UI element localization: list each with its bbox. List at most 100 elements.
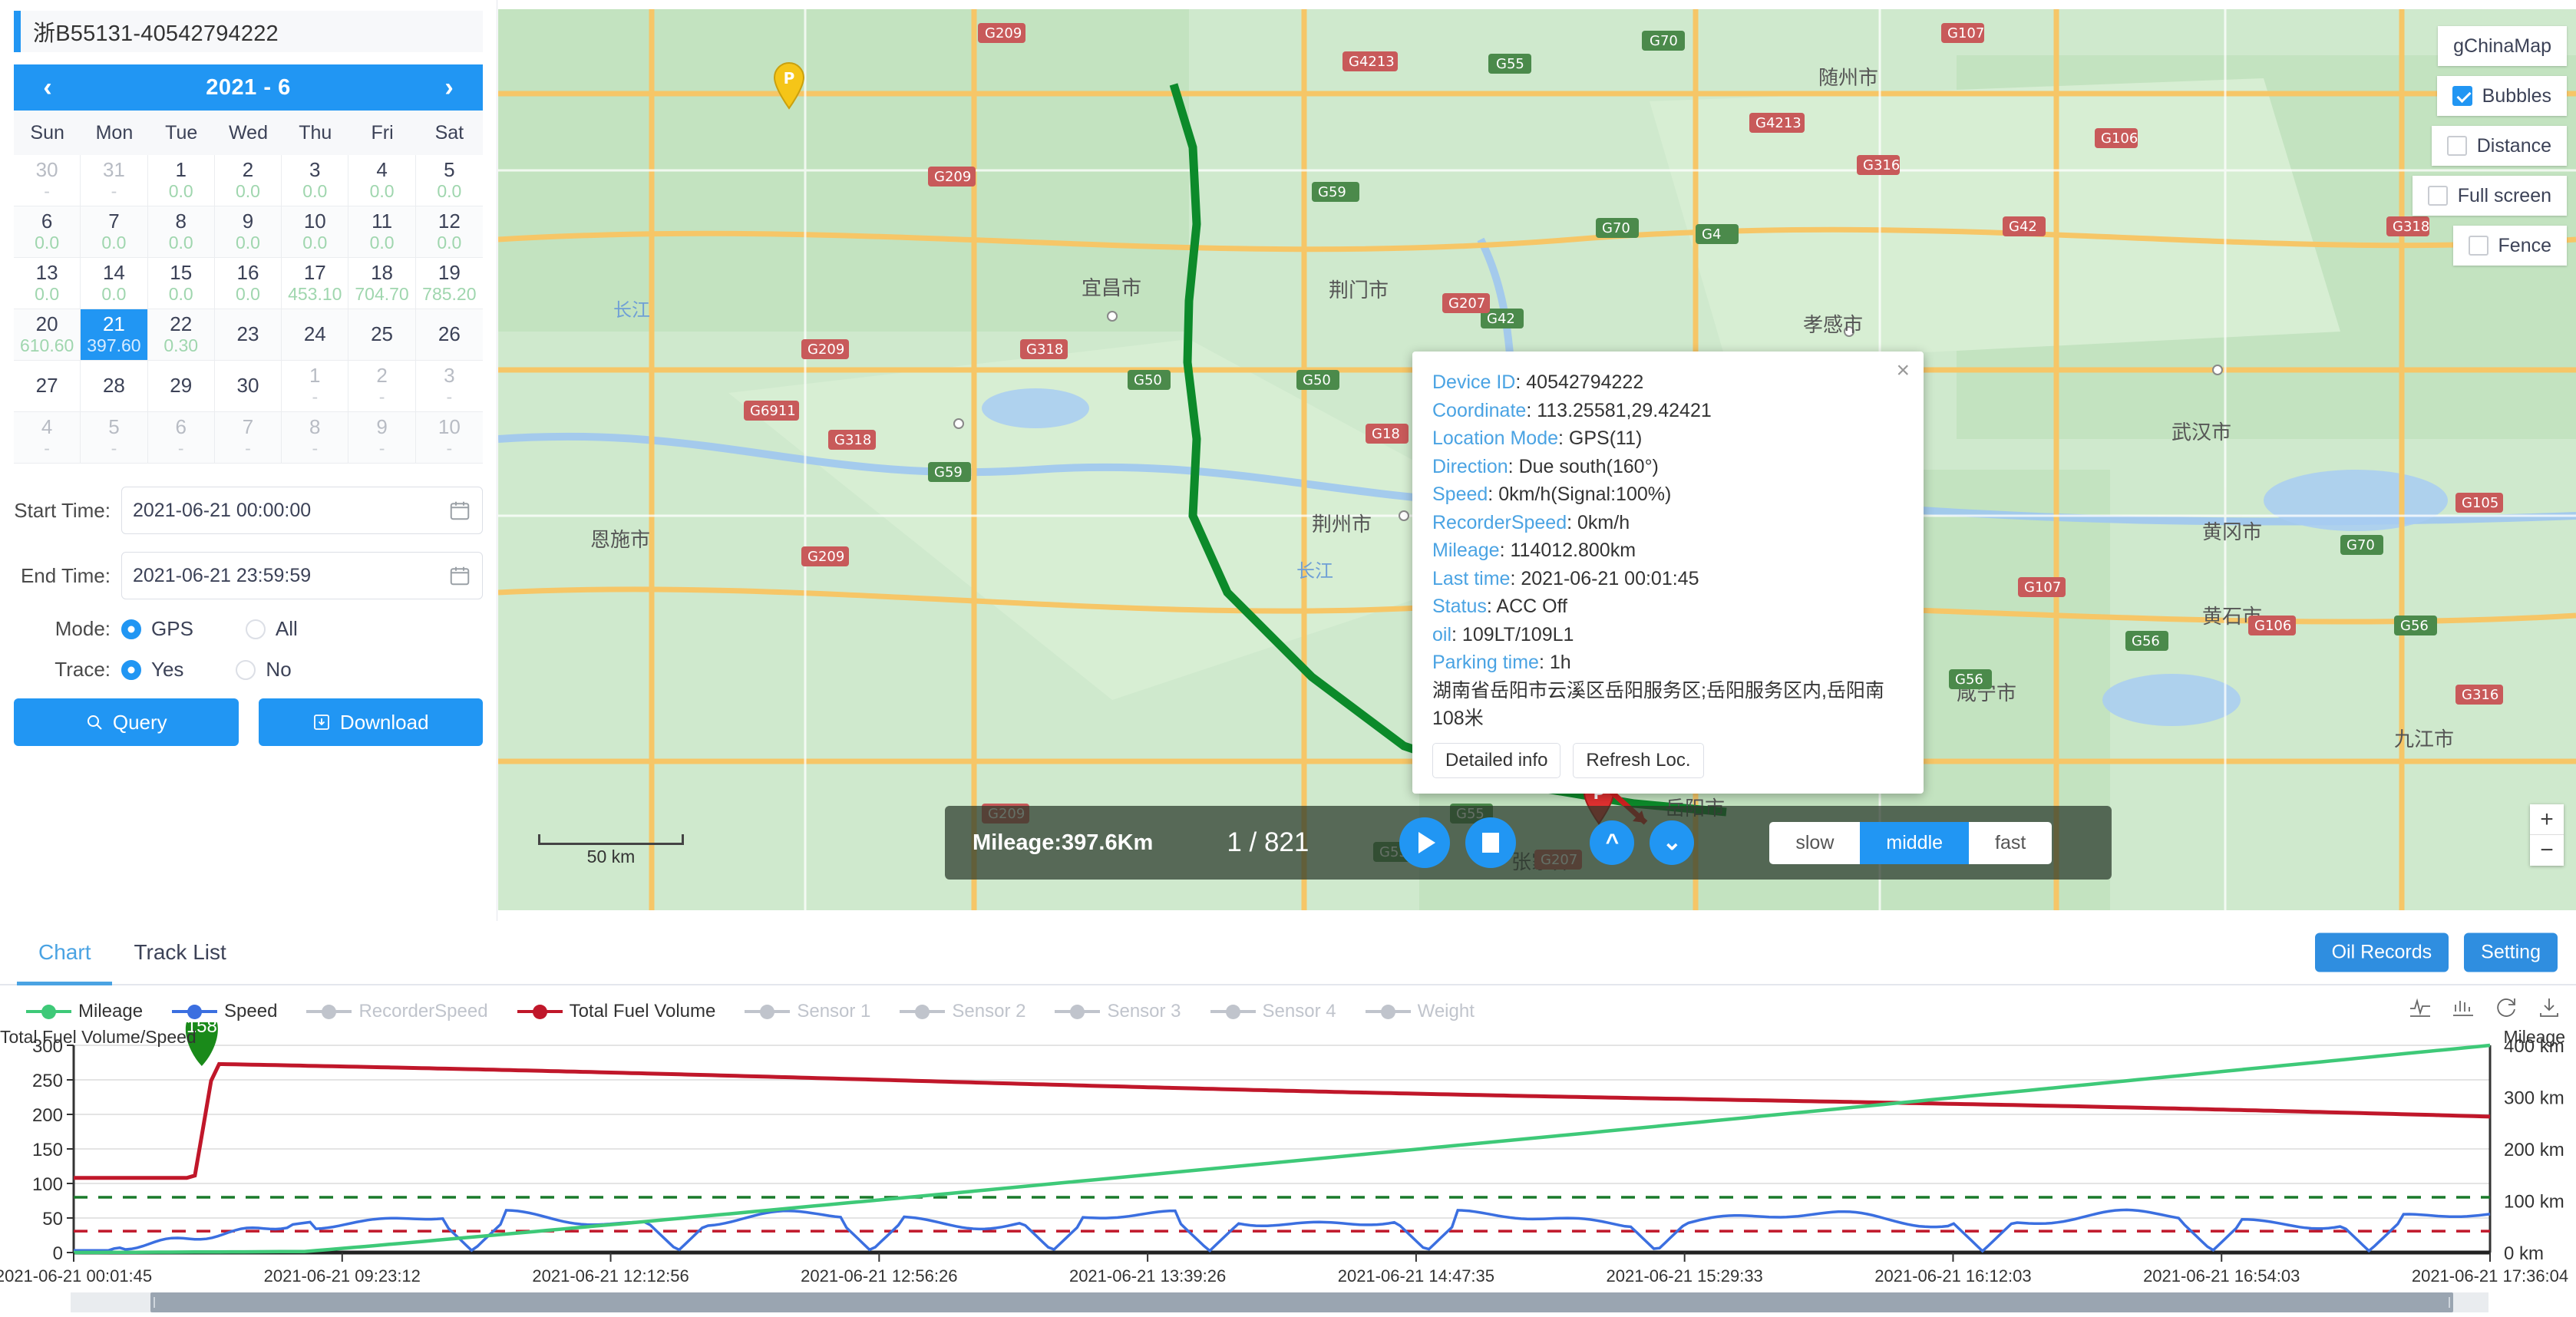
calendar-day-cell[interactable]: 4- — [14, 412, 81, 464]
line-chart-icon[interactable] — [2409, 996, 2432, 1022]
chevron-right-icon[interactable]: › — [434, 74, 464, 101]
query-button[interactable]: Query — [14, 698, 239, 746]
oil-records-button[interactable]: Oil Records — [2315, 933, 2449, 972]
legend-item-sensor-3[interactable]: Sensor 3 — [1055, 1001, 1181, 1022]
legend-item-speed[interactable]: Speed — [172, 1001, 277, 1022]
calendar-day-cell[interactable]: 29 — [148, 361, 215, 412]
end-time-input[interactable] — [133, 565, 448, 587]
calendar-day-cell[interactable]: 100.0 — [282, 206, 348, 258]
calendar-day-cell[interactable]: 30- — [14, 155, 81, 206]
left-panel: 浙B55131-40542794222 ‹ 2021 - 6 › Sun Mon… — [0, 0, 497, 921]
legend-item-total-fuel-volume[interactable]: Total Fuel Volume — [517, 1001, 716, 1022]
calendar-icon[interactable] — [448, 564, 471, 587]
play-button[interactable] — [1399, 817, 1450, 868]
calendar-day-cell[interactable]: 1- — [282, 361, 348, 412]
legend-item-weight[interactable]: Weight — [1366, 1001, 1475, 1022]
calendar-day-cell[interactable]: 17453.10 — [282, 258, 348, 309]
chart-plot-area[interactable]: Total Fuel Volume/Speed Mileage — [0, 1022, 2576, 1276]
calendar-day-cell[interactable]: 110.0 — [348, 206, 415, 258]
calendar-day-cell[interactable]: 21397.60 — [81, 309, 147, 361]
speed-down-button[interactable]: ⌄ — [1650, 820, 1694, 865]
calendar-day-cell[interactable]: 3- — [416, 361, 483, 412]
bar-chart-icon[interactable] — [2452, 996, 2475, 1022]
calendar-day-cell[interactable]: 6- — [148, 412, 215, 464]
calendar-day-cell[interactable]: 23 — [215, 309, 282, 361]
map-toggle-bubbles[interactable]: Bubbles — [2437, 76, 2567, 116]
radio-trace-yes[interactable]: Yes — [121, 658, 183, 682]
calendar-day-cell[interactable]: 140.0 — [81, 258, 147, 309]
calendar-day-cell[interactable]: 80.0 — [148, 206, 215, 258]
map-toggle-fence[interactable]: Fence — [2453, 226, 2567, 266]
calendar-day-cell[interactable]: 24 — [282, 309, 348, 361]
calendar-day-cell[interactable]: 18704.70 — [348, 258, 415, 309]
calendar-day-cell[interactable]: 19785.20 — [416, 258, 483, 309]
calendar-day-cell[interactable]: 70.0 — [81, 206, 147, 258]
checkbox-bubbles[interactable] — [2452, 86, 2472, 106]
close-icon[interactable]: × — [1896, 359, 1910, 382]
legend-item-sensor-4[interactable]: Sensor 4 — [1210, 1001, 1336, 1022]
scrollbar-thumb[interactable] — [150, 1292, 2453, 1312]
chevron-left-icon[interactable]: ‹ — [32, 74, 63, 101]
calendar-day-cell[interactable]: 9- — [348, 412, 415, 464]
start-marker-icon[interactable]: P — [771, 61, 807, 111]
calendar-day-cell[interactable]: 27 — [14, 361, 81, 412]
legend-item-mileage[interactable]: Mileage — [26, 1001, 143, 1022]
calendar-day-cell[interactable]: 26 — [416, 309, 483, 361]
map-toggle-fullscreen[interactable]: Full screen — [2413, 176, 2567, 216]
tab-chart[interactable]: Chart — [17, 921, 112, 984]
calendar-day-cell[interactable]: 120.0 — [416, 206, 483, 258]
calendar-day-cell[interactable]: 5- — [81, 412, 147, 464]
calendar-day-cell[interactable]: 160.0 — [215, 258, 282, 309]
map-canvas[interactable]: 荆门市宜昌市 荆州市随州市 孝感市武汉市 黄冈市黄石市 咸宁市九江市 恩施市张家… — [498, 9, 2576, 910]
radio-mode-all[interactable]: All — [246, 617, 298, 641]
checkbox-fullscreen[interactable] — [2428, 186, 2448, 206]
calendar-day-cell[interactable]: 10- — [416, 412, 483, 464]
map-provider-selector[interactable]: gChinaMap — [2438, 26, 2567, 66]
chart-horizontal-scrollbar[interactable] — [71, 1292, 2488, 1312]
speed-fast-button[interactable]: fast — [1969, 822, 2052, 864]
calendar-day-cell[interactable]: 30 — [215, 361, 282, 412]
zoom-in-button[interactable]: + — [2530, 804, 2564, 835]
speed-slow-button[interactable]: slow — [1769, 822, 1860, 864]
calendar-day-cell[interactable]: 50.0 — [416, 155, 483, 206]
radio-mode-gps[interactable]: GPS — [121, 617, 193, 641]
calendar-day-cell[interactable]: 220.30 — [148, 309, 215, 361]
calendar-day-cell[interactable]: 8- — [282, 412, 348, 464]
calendar-day-cell[interactable]: 10.0 — [148, 155, 215, 206]
speed-up-button[interactable]: ^ — [1590, 820, 1634, 865]
calendar-day-cell[interactable]: 25 — [348, 309, 415, 361]
download-button[interactable]: Download — [259, 698, 484, 746]
start-time-field[interactable] — [121, 487, 483, 534]
calendar-day-cell[interactable]: 40.0 — [348, 155, 415, 206]
setting-button[interactable]: Setting — [2464, 933, 2558, 972]
refresh-icon[interactable] — [2495, 996, 2518, 1022]
refresh-location-button[interactable]: Refresh Loc. — [1573, 743, 1703, 778]
tab-track-list[interactable]: Track List — [112, 921, 247, 984]
legend-item-sensor-2[interactable]: Sensor 2 — [900, 1001, 1025, 1022]
calendar-day-cell[interactable]: 30.0 — [282, 155, 348, 206]
calendar-icon[interactable] — [448, 499, 471, 522]
end-time-field[interactable] — [121, 552, 483, 599]
speed-middle-button[interactable]: middle — [1860, 822, 1969, 864]
calendar-day-cell[interactable]: 2- — [348, 361, 415, 412]
legend-item-sensor-1[interactable]: Sensor 1 — [745, 1001, 870, 1022]
calendar-day-cell[interactable]: 60.0 — [14, 206, 81, 258]
calendar-day-cell[interactable]: 90.0 — [215, 206, 282, 258]
checkbox-fence[interactable] — [2469, 236, 2488, 256]
calendar-day-cell[interactable]: 20.0 — [215, 155, 282, 206]
calendar-day-cell[interactable]: 28 — [81, 361, 147, 412]
detailed-info-button[interactable]: Detailed info — [1432, 743, 1560, 778]
download-icon[interactable] — [2538, 996, 2561, 1022]
calendar-day-cell[interactable]: 20610.60 — [14, 309, 81, 361]
calendar-day-cell[interactable]: 150.0 — [148, 258, 215, 309]
radio-trace-no[interactable]: No — [236, 658, 291, 682]
zoom-out-button[interactable]: − — [2530, 835, 2564, 866]
calendar-day-cell[interactable]: 130.0 — [14, 258, 81, 309]
checkbox-distance[interactable] — [2447, 136, 2467, 156]
calendar-day-cell[interactable]: 31- — [81, 155, 147, 206]
start-time-input[interactable] — [133, 500, 448, 522]
map-toggle-distance[interactable]: Distance — [2432, 126, 2567, 166]
legend-item-recorderspeed[interactable]: RecorderSpeed — [306, 1001, 487, 1022]
calendar-day-cell[interactable]: 7- — [215, 412, 282, 464]
stop-button[interactable] — [1465, 817, 1516, 868]
